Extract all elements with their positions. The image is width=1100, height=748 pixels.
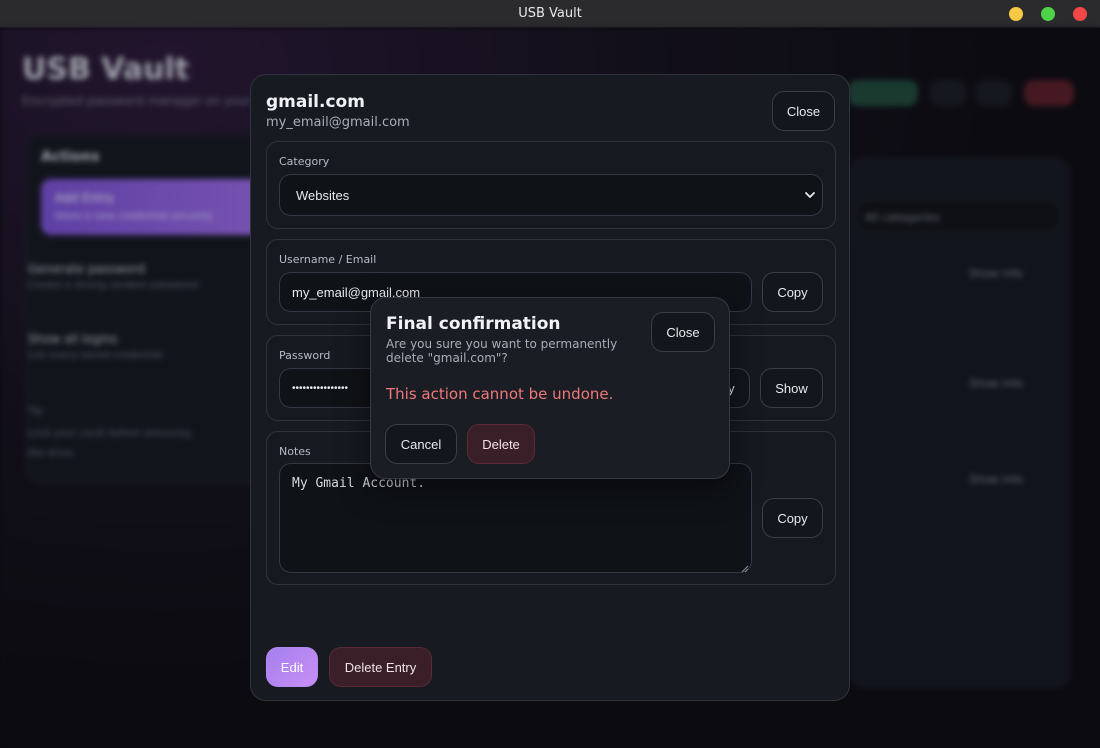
action-item-label: Add Entry: [55, 191, 114, 205]
confirmation-warning: This action cannot be undone.: [386, 385, 614, 403]
action-item-sub: Create a strong random password: [28, 280, 199, 291]
username-label: Username / Email: [279, 253, 377, 266]
category-selected-value: Websites: [296, 187, 350, 203]
cancel-button[interactable]: Cancel: [385, 424, 457, 464]
action-item-sub: List every saved credential: [28, 350, 164, 361]
copy-username-button[interactable]: Copy: [762, 272, 823, 312]
row-action: Show info: [969, 473, 1023, 486]
action-item-active: Add Entry Store a new credential securel…: [41, 179, 261, 235]
chevron-down-icon: [804, 189, 816, 201]
confirm-close-button[interactable]: Close: [651, 312, 715, 352]
delete-entry-button[interactable]: Delete Entry: [329, 647, 432, 687]
entry-title: gmail.com: [266, 92, 365, 112]
copy-notes-button[interactable]: Copy: [762, 498, 823, 538]
action-item-label: Show all logins: [28, 332, 118, 346]
action-item-label: Generate password: [28, 262, 145, 276]
entry-username-subtitle: my_email@gmail.com: [266, 115, 410, 130]
minimize-button[interactable]: [1009, 7, 1023, 21]
close-button[interactable]: Close: [772, 91, 835, 131]
window-titlebar: USB Vault: [0, 0, 1100, 28]
action-item-sub: Store a new credential securely: [55, 211, 213, 222]
status-badge: [848, 80, 918, 106]
resize-handle-icon[interactable]: [741, 562, 749, 573]
delete-confirmation-dialog: Final confirmation Are you sure you want…: [370, 297, 730, 479]
lock-button: [1024, 80, 1074, 106]
category-filter-label: All categories: [865, 211, 940, 224]
app-title: USB Vault: [22, 52, 190, 87]
window-title: USB Vault: [518, 6, 582, 21]
category-label: Category: [279, 155, 330, 168]
show-password-button[interactable]: Show: [760, 368, 823, 408]
close-window-button[interactable]: [1073, 7, 1087, 21]
toolbar-button: [930, 80, 966, 106]
row-action: Show info: [969, 267, 1023, 280]
category-select[interactable]: Websites: [279, 174, 823, 216]
tip-text: the drive.: [28, 448, 77, 459]
actions-panel-title: Actions: [41, 149, 100, 165]
notes-textarea[interactable]: My Gmail Account.: [279, 463, 752, 573]
maximize-button[interactable]: [1041, 7, 1055, 21]
password-label: Password: [279, 349, 331, 362]
entries-panel: All categories Show info Show info Show …: [850, 158, 1070, 688]
confirmation-title: Final confirmation: [386, 314, 561, 334]
notes-label: Notes: [279, 445, 311, 458]
row-action: Show info: [969, 377, 1023, 390]
confirmation-message: Are you sure you want to permanently del…: [386, 337, 618, 365]
confirm-delete-button[interactable]: Delete: [467, 424, 535, 464]
tip-text: Lock your vault before removing: [28, 428, 191, 439]
edit-button[interactable]: Edit: [266, 647, 318, 687]
tip-label: Tip: [28, 406, 43, 417]
category-section: Category Websites: [266, 141, 836, 229]
toolbar-button: [976, 80, 1012, 106]
